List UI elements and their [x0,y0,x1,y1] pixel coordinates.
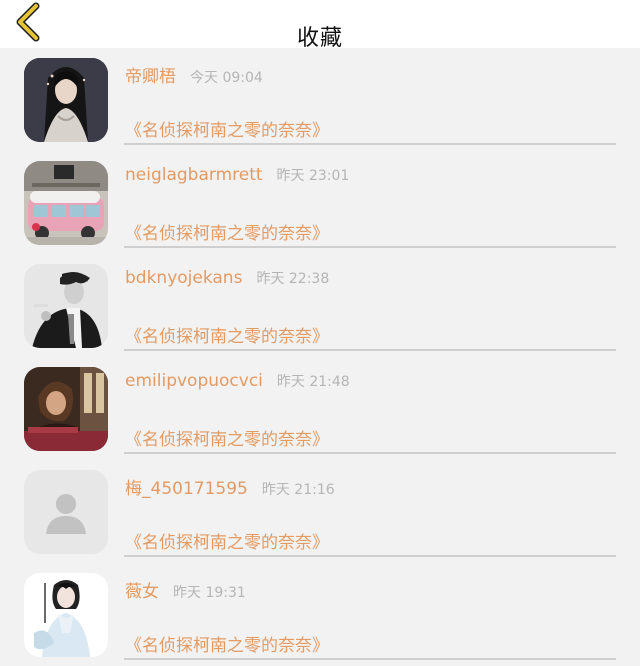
avatar[interactable] [24,367,108,451]
avatar[interactable] [24,470,108,554]
username: 薇女 昨天 19:31 [125,577,246,602]
list-item[interactable]: emilipvopuocvci 昨天 21:48 《名侦探柯南之零的奈奈》 [0,357,640,460]
username-text: emilipvopuocvci [125,371,263,391]
username: neiglagbarmrett 昨天 23:01 [125,165,349,185]
list-item[interactable]: bdknyojekans 昨天 22:38 《名侦探柯南之零的奈奈》 [0,254,640,357]
username-text: 薇女 [125,582,159,602]
list-item[interactable]: 薇女 昨天 19:31 《名侦探柯南之零的奈奈》 [0,563,640,666]
timestamp: 昨天 21:48 [276,374,350,390]
divider [124,143,616,145]
username-text: bdknyojekans [125,268,243,288]
favorite-title-link[interactable]: 《名侦探柯南之零的奈奈》 [125,116,329,141]
list-item[interactable]: neiglagbarmrett 昨天 23:01 《名侦探柯南之零的奈奈》 [0,151,640,254]
divider [124,349,616,351]
username: 帝卿梧 今天 09:04 [125,62,263,87]
avatar[interactable] [24,264,108,348]
favorite-title-link[interactable]: 《名侦探柯南之零的奈奈》 [125,322,329,347]
divider [124,246,616,248]
list-item[interactable]: 帝卿梧 今天 09:04 《名侦探柯南之零的奈奈》 [0,48,640,151]
favorite-title-link[interactable]: 《名侦探柯南之零的奈奈》 [125,219,329,244]
default-person-icon[interactable] [24,470,108,554]
timestamp: 昨天 19:31 [173,585,246,601]
username: 梅_450171595 昨天 21:16 [125,474,335,499]
favorite-title-link[interactable]: 《名侦探柯南之零的奈奈》 [125,631,329,656]
divider [124,555,616,557]
username-text: 梅_450171595 [125,479,248,499]
timestamp: 昨天 21:16 [261,482,335,498]
divider [124,452,616,454]
timestamp: 今天 09:04 [190,70,263,86]
avatar[interactable] [24,161,108,245]
top-bar: 收藏 [0,0,640,51]
timestamp: 昨天 22:38 [256,271,330,287]
avatar[interactable] [24,58,108,142]
favorite-title-link[interactable]: 《名侦探柯南之零的奈奈》 [125,528,329,553]
timestamp: 昨天 23:01 [276,168,350,184]
list-item[interactable]: 梅_450171595 昨天 21:16 《名侦探柯南之零的奈奈》 [0,460,640,563]
avatar[interactable] [24,573,108,657]
favorite-title-link[interactable]: 《名侦探柯南之零的奈奈》 [125,425,329,450]
username: emilipvopuocvci 昨天 21:48 [125,371,350,391]
username-text: 帝卿梧 [125,67,176,87]
username-text: neiglagbarmrett [125,165,263,185]
username: bdknyojekans 昨天 22:38 [125,268,329,288]
divider [124,658,616,660]
